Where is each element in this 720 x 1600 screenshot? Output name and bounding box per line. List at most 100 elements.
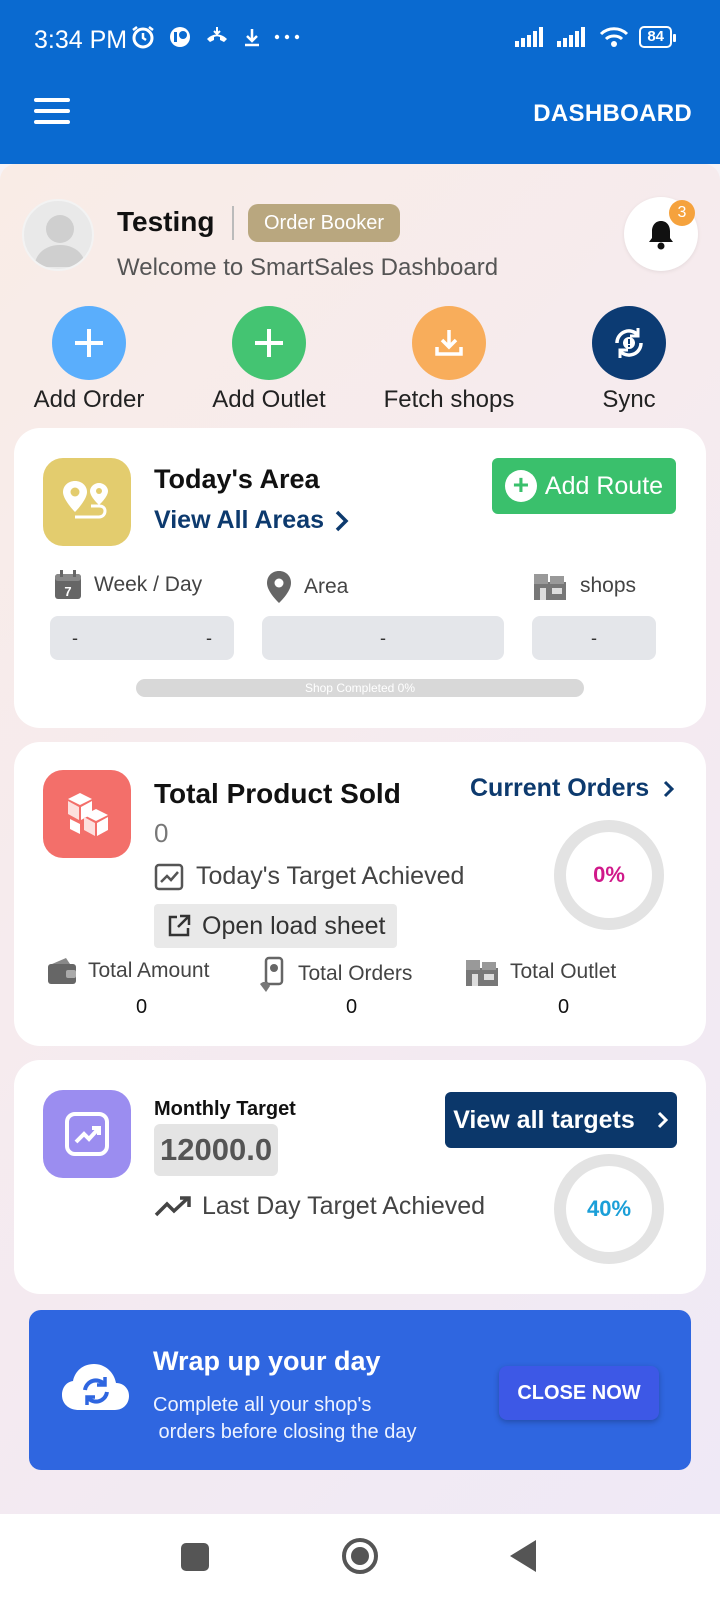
fetch-shops-button[interactable]: Fetch shops	[364, 306, 534, 414]
total-orders-stat: Total Orders 0	[258, 956, 468, 1018]
week-day-label: 7 Week / Day	[54, 570, 202, 600]
shops-value: -	[532, 616, 656, 660]
shops-value-text: -	[591, 627, 597, 648]
last-day-target-ring: 40%	[554, 1154, 664, 1264]
alarm-icon	[132, 26, 154, 49]
plus-circle-icon: +	[504, 470, 537, 502]
location-pin-icon	[267, 571, 291, 603]
shop-completed-text: Shop Completed 0%	[304, 681, 416, 695]
monthly-target-value: 12000.0	[154, 1124, 279, 1176]
view-all-targets-label: View all targets	[453, 1105, 635, 1134]
today-target-ring: 0%	[554, 820, 664, 930]
hamburger-icon	[34, 98, 70, 102]
add-route-button[interactable]: + Add Route	[492, 458, 676, 514]
wrap-up-subtitle: Complete all your shop's orders before c…	[153, 1394, 417, 1443]
user-name: Testing	[117, 206, 215, 237]
total-outlet-label: Total Outlet	[510, 960, 617, 983]
shop-icon	[466, 960, 498, 986]
area-value-text: -	[380, 627, 386, 648]
fetch-shops-circle	[412, 306, 486, 380]
week-value: -	[72, 627, 78, 648]
last-day-target-percent: 40%	[586, 1196, 632, 1221]
wifi-icon	[600, 27, 629, 47]
plus-icon	[75, 329, 103, 357]
add-outlet-label: Add Outlet	[212, 386, 326, 413]
download-icon	[435, 330, 463, 356]
monthly-target-title: Monthly Target	[154, 1098, 296, 1120]
avatar[interactable]	[22, 199, 94, 271]
total-amount-value: 0	[136, 996, 148, 1018]
add-order-label: Add Order	[33, 386, 145, 413]
today-target-label: Today's Target Achieved	[196, 862, 465, 890]
last-day-target-label: Last Day Target Achieved	[202, 1192, 486, 1220]
close-now-button[interactable]: CLOSE NOW	[499, 1366, 659, 1420]
chevron-right-icon	[664, 780, 675, 797]
add-route-label: Add Route	[544, 471, 664, 500]
sync-label: Sync	[602, 386, 656, 413]
last-day-target-row: Last Day Target Achieved	[154, 1192, 485, 1221]
wallet-icon	[48, 958, 76, 984]
download-icon	[245, 29, 259, 47]
app-header: 3:34 PM 84 DASHBOARD	[0, 0, 720, 164]
status-time: 3:34 PM	[34, 26, 128, 54]
app-icon	[170, 27, 190, 47]
area-label: Area	[266, 570, 348, 604]
more-icon	[274, 34, 300, 40]
week-day-value: - -	[50, 616, 234, 660]
menu-button[interactable]	[34, 98, 70, 126]
total-amount-label: Total Amount	[88, 959, 210, 982]
total-outlet-value: 0	[558, 996, 570, 1018]
area-tile	[43, 458, 131, 546]
today-target-row: Today's Target Achieved	[154, 862, 464, 891]
add-outlet-button[interactable]: Add Outlet	[184, 306, 354, 414]
svg-text:7: 7	[64, 584, 71, 599]
week-day-text: Week / Day	[94, 573, 203, 596]
shops-text: shops	[580, 574, 637, 597]
trend-up-icon	[65, 1112, 109, 1156]
back-icon[interactable]	[508, 1538, 538, 1574]
current-orders-label: Current Orders	[470, 774, 650, 802]
monthly-target-tile	[43, 1090, 131, 1178]
cloud-sync-icon	[62, 1364, 129, 1410]
add-outlet-circle	[232, 306, 306, 380]
today-target-percent: 0%	[593, 862, 625, 887]
external-link-icon	[168, 914, 191, 937]
welcome-text: Welcome to SmartSales Dashboard	[117, 254, 499, 281]
open-load-sheet-button[interactable]: Open load sheet	[154, 904, 398, 948]
fetch-shops-label: Fetch shops	[383, 386, 515, 413]
current-orders-link[interactable]: Current Orders	[470, 774, 675, 803]
chevron-right-icon	[335, 510, 349, 531]
role-badge: Order Booker	[248, 204, 401, 242]
route-icon	[63, 481, 108, 519]
total-product-sold-title: Total Product Sold	[154, 778, 401, 809]
sync-button[interactable]: Sync	[544, 306, 714, 414]
chevron-right-icon	[657, 1111, 668, 1129]
product-tile	[43, 770, 131, 858]
total-outlet-stat: Total Outlet 0	[464, 956, 674, 1018]
total-product-sold-value: 0	[154, 818, 169, 848]
plus-icon	[255, 329, 283, 357]
recents-icon[interactable]	[180, 1542, 210, 1572]
notification-badge: 3	[669, 200, 695, 226]
day-value: -	[206, 627, 212, 648]
sync-circle	[592, 306, 666, 380]
status-bar: 3:34 PM 84	[0, 0, 720, 80]
signal-icon	[557, 27, 586, 47]
home-icon[interactable]	[340, 1536, 380, 1576]
total-orders-label: Total Orders	[298, 962, 413, 985]
view-all-areas-link[interactable]: View All Areas	[154, 506, 350, 535]
trending-up-icon	[154, 1195, 191, 1216]
bell-icon	[649, 221, 673, 250]
page-title: DASHBOARD	[533, 100, 692, 127]
boxes-icon	[68, 793, 108, 836]
signal-icon	[515, 27, 544, 47]
shops-label: shops	[532, 570, 636, 602]
view-all-targets-button[interactable]: View all targets	[445, 1092, 677, 1148]
sync-icon	[615, 328, 643, 358]
wrap-up-title: Wrap up your day	[153, 1346, 381, 1376]
view-all-areas-label: View All Areas	[154, 506, 324, 534]
add-order-button[interactable]: Add Order	[4, 306, 174, 414]
wrap-up-card: Wrap up your day Complete all your shop'…	[29, 1310, 691, 1470]
status-icons-right: 84	[515, 26, 676, 48]
shop-completed-progress: Shop Completed 0%	[136, 679, 584, 697]
